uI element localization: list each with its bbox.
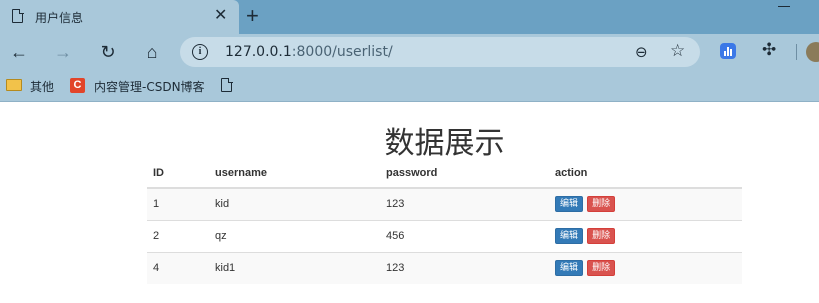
cell-action: 编辑 删除 [549, 187, 742, 220]
toolbar-divider [796, 44, 797, 60]
cell-action: 编辑 删除 [549, 219, 742, 252]
user-table: ID username password action 1 kid 123 编辑… [147, 159, 742, 284]
browser-toolbar: ← → ↻ ⌂ i 127.0.0.1:8000/userlist/ ⊖ ☆ ✣ [0, 34, 819, 70]
page-icon [12, 8, 24, 23]
extensions-puzzle-icon[interactable]: ✣ [762, 40, 776, 60]
url-path: :8000/userlist/ [291, 44, 393, 60]
forward-icon[interactable]: → [50, 39, 76, 65]
close-tab-icon[interactable]: ✕ [214, 6, 227, 26]
column-header-action: action [549, 159, 742, 189]
column-header-password: password [380, 159, 549, 189]
csdn-icon: C [70, 78, 85, 93]
cell-username: kid1 [209, 251, 380, 284]
tab-title: 用户信息 [35, 11, 84, 25]
url-host: 127.0.0.1 [225, 44, 292, 60]
page-title: 数据展示 [384, 126, 505, 161]
cell-id: 2 [147, 219, 209, 252]
browser-tab[interactable]: 用户信息 ✕ [0, 0, 239, 34]
cell-password: 123 [380, 251, 549, 284]
url-text[interactable]: 127.0.0.1:8000/userlist/ [225, 44, 393, 60]
cell-id: 1 [147, 187, 209, 220]
site-info-icon[interactable]: i [192, 44, 208, 60]
delete-button[interactable]: 删除 [587, 260, 616, 277]
edit-button[interactable]: 编辑 [555, 260, 584, 277]
favorite-icon[interactable]: ☆ [670, 41, 685, 61]
address-bar[interactable]: i 127.0.0.1:8000/userlist/ ⊖ ☆ [180, 37, 700, 67]
new-tab-button[interactable]: + [246, 3, 259, 29]
extension-chart-icon[interactable] [720, 43, 736, 59]
column-header-id: ID [147, 159, 209, 189]
cell-username: qz [209, 219, 380, 252]
zoom-icon[interactable]: ⊖ [635, 43, 648, 61]
delete-button[interactable]: 删除 [587, 196, 616, 213]
bookmark-page-icon[interactable] [221, 77, 233, 92]
bookmark-csdn[interactable]: 内容管理-CSDN博客 [94, 78, 205, 95]
edit-button[interactable]: 编辑 [555, 196, 584, 213]
reload-icon[interactable]: ↻ [95, 39, 121, 65]
tab-strip: 用户信息 ✕ + [0, 0, 819, 34]
table-header-row: ID username password action [147, 159, 742, 189]
cell-id: 4 [147, 251, 209, 284]
folder-icon [6, 79, 22, 91]
cell-username: kid [209, 187, 380, 220]
table-row: 1 kid 123 编辑 删除 [147, 187, 742, 220]
cell-password: 456 [380, 219, 549, 252]
back-icon[interactable]: ← [6, 39, 32, 65]
profile-avatar[interactable] [806, 42, 819, 62]
edit-button[interactable]: 编辑 [555, 228, 584, 244]
table-row: 4 kid1 123 编辑 删除 [147, 251, 742, 284]
column-header-username: username [209, 159, 380, 189]
bookmark-other[interactable]: 其他 [30, 78, 54, 95]
bookmarks-bar: 其他 C 内容管理-CSDN博客 [0, 70, 819, 102]
cell-action: 编辑 删除 [549, 251, 742, 284]
minimize-button[interactable] [778, 6, 790, 7]
home-icon[interactable]: ⌂ [139, 39, 165, 65]
delete-button[interactable]: 删除 [587, 228, 616, 244]
cell-password: 123 [380, 187, 549, 220]
table-row: 2 qz 456 编辑 删除 [147, 219, 742, 252]
